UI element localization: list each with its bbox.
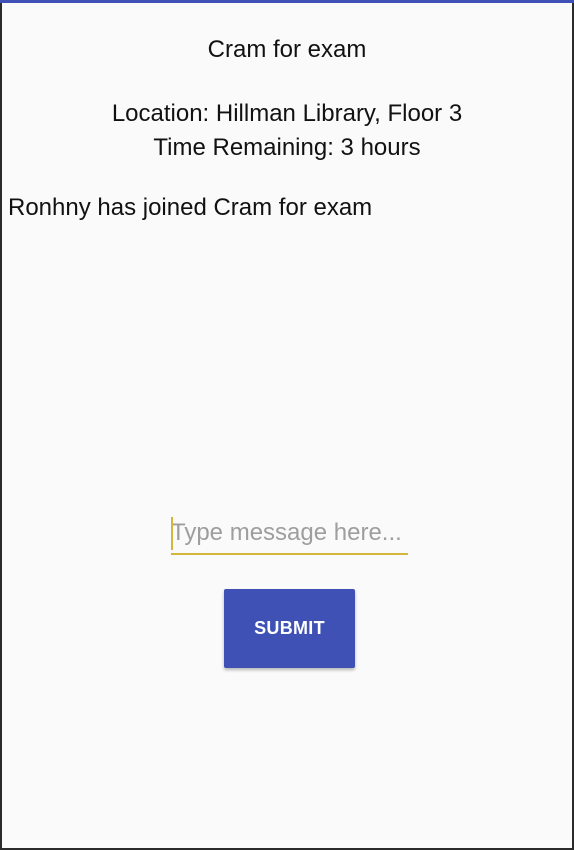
message-input-wrapper bbox=[171, 517, 408, 557]
message-item: Ronhny has joined Cram for exam bbox=[8, 194, 373, 221]
time-remaining-text: Time Remaining: 3 hours bbox=[153, 134, 421, 161]
message-input[interactable] bbox=[171, 517, 408, 555]
submit-button[interactable]: SUBMIT bbox=[224, 589, 355, 668]
location-text: Location: Hillman Library, Floor 3 bbox=[111, 100, 463, 127]
session-info: Location: Hillman Library, Floor 3 Time … bbox=[0, 97, 574, 165]
text-cursor bbox=[171, 517, 173, 550]
app-bar-strip bbox=[0, 0, 574, 3]
message-log: Ronhny has joined Cram for exam bbox=[8, 194, 568, 222]
session-title: Cram for exam bbox=[207, 36, 367, 63]
